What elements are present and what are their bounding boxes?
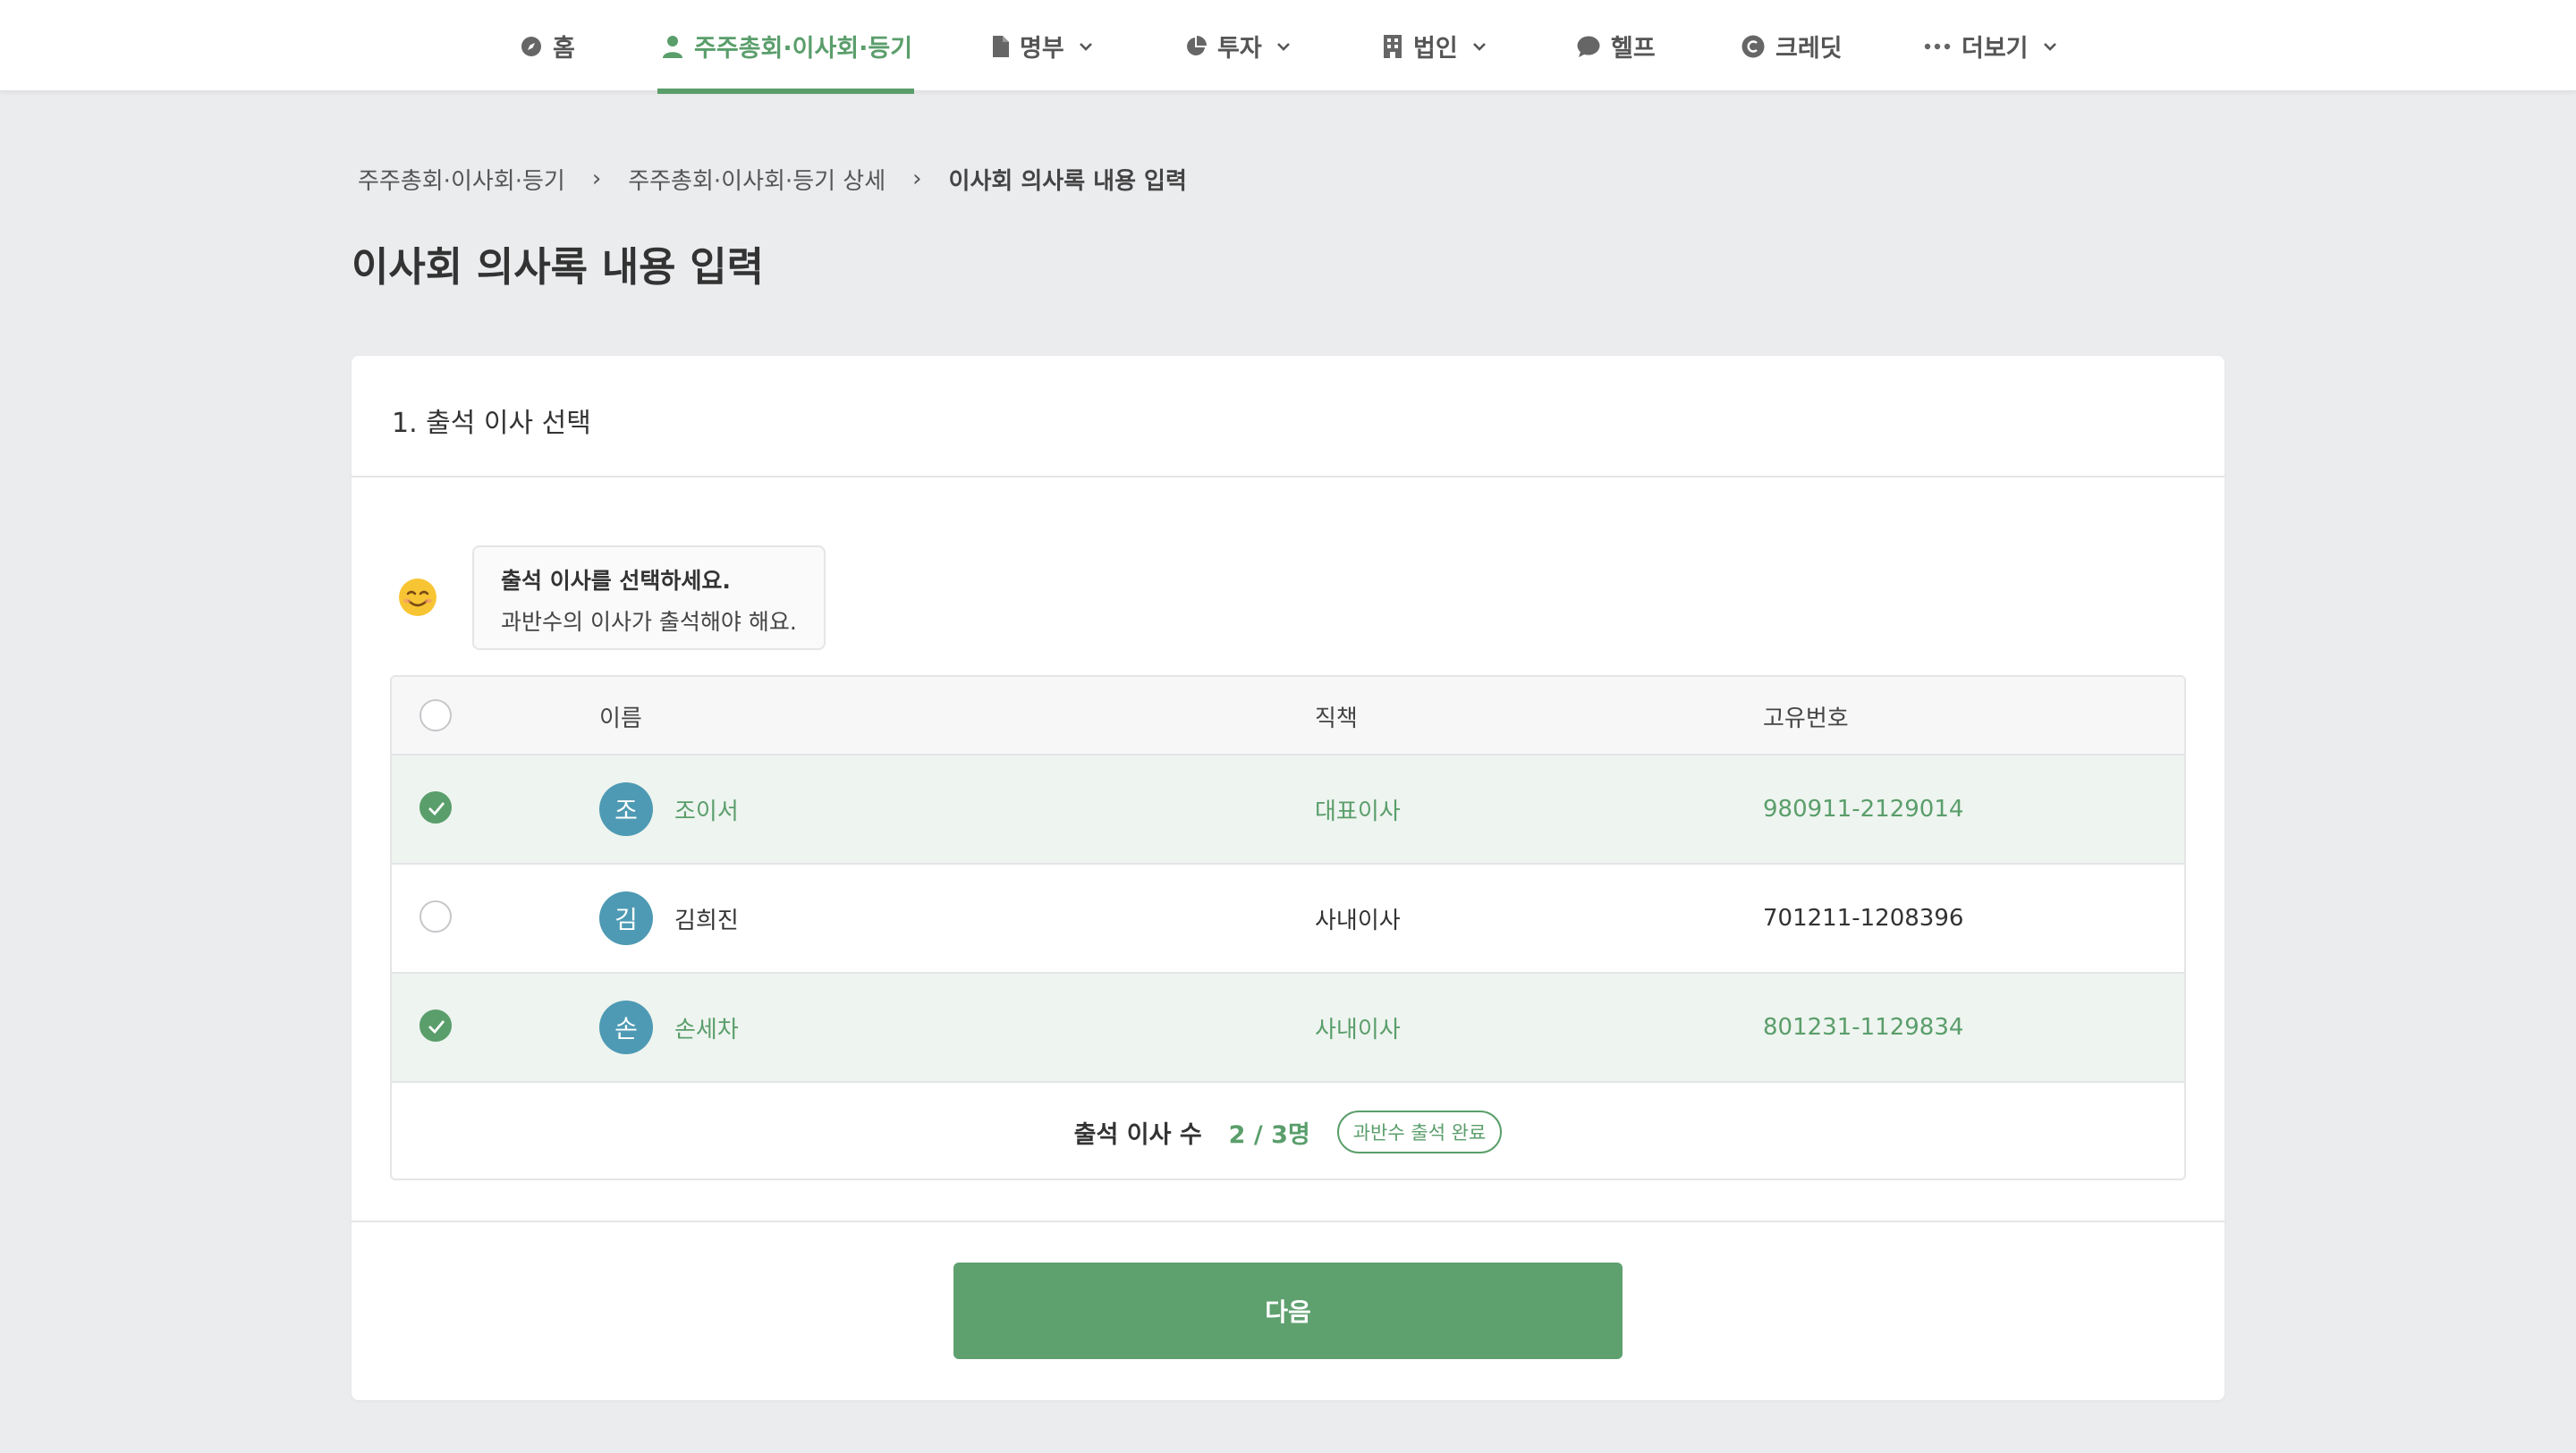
nav-more[interactable]: 더보기	[1924, 0, 2057, 92]
table-row[interactable]: 조 조이서 대표이사 980911-2129014	[392, 756, 2184, 865]
chevron-down-icon	[1276, 42, 1290, 51]
avatar: 김	[599, 891, 653, 945]
nav-help-label: 헬프	[1611, 35, 1656, 63]
breadcrumb: 주주총회·이사회·등기 › 주주총회·이사회·등기 상세 › 이사회 의사록 내…	[358, 163, 1187, 195]
chevron-down-icon	[2043, 42, 2056, 51]
section-title: 1. 출석 이사 선택	[392, 408, 591, 439]
building-icon	[1384, 34, 1402, 58]
document-icon	[993, 35, 1009, 57]
attendance-count-label: 출석 이사 수	[1073, 1120, 1202, 1149]
top-navigation: 홈 주주총회·이사회·등기 명부 투자 법인 헬프 크레딧 더보기	[0, 0, 2576, 94]
breadcrumb-current: 이사회 의사록 내용 입력	[948, 167, 1187, 195]
chevron-down-icon	[1079, 42, 1092, 51]
chevron-down-icon	[1472, 42, 1486, 51]
checkmark-icon	[428, 1020, 445, 1034]
nav-investment-label: 투자	[1217, 35, 1262, 63]
avatar: 손	[599, 1001, 653, 1054]
name-cell: 김 김희진	[599, 865, 739, 972]
nav-more-label: 더보기	[1962, 35, 2029, 63]
guide-bubble: 출석 이사를 선택하세요. 과반수의 이사가 출석해야 해요.	[472, 545, 826, 650]
row-checkbox[interactable]	[419, 900, 452, 933]
position-cell: 사내이사	[1315, 907, 1401, 934]
table-header: 이름 직책 고유번호	[392, 677, 2184, 756]
nav-credit-label: 크레딧	[1775, 35, 1843, 63]
nav-registry-label: 명부	[1020, 35, 1064, 63]
nav-meetings[interactable]: 주주총회·이사회·등기	[657, 0, 915, 94]
name-cell: 조 조이서	[599, 756, 739, 863]
divider	[352, 1221, 2224, 1222]
director-name: 조이서	[674, 798, 739, 825]
breadcrumb-item-meetings[interactable]: 주주총회·이사회·등기	[358, 163, 565, 196]
nav-meetings-label: 주주총회·이사회·등기	[694, 35, 913, 63]
breadcrumb-item-detail[interactable]: 주주총회·이사회·등기 상세	[628, 163, 886, 196]
nav-corporation[interactable]: 법인	[1383, 0, 1487, 92]
smiling-face-icon	[399, 579, 436, 616]
nav-investment[interactable]: 투자	[1185, 0, 1291, 92]
attendance-summary: 출석 이사 수 2 / 3명 과반수 출석 완료	[392, 1083, 2184, 1178]
avatar: 조	[599, 782, 653, 836]
director-name: 김희진	[674, 907, 739, 934]
column-header-name: 이름	[599, 705, 642, 732]
nav-credit[interactable]: 크레딧	[1741, 0, 1843, 92]
row-checkbox[interactable]	[419, 791, 452, 824]
nav-corporation-label: 법인	[1413, 35, 1458, 63]
pie-chart-icon	[1187, 35, 1207, 55]
nav-help[interactable]: 헬프	[1577, 0, 1656, 92]
name-cell: 손 손세차	[599, 974, 739, 1081]
directors-table: 이름 직책 고유번호 조 조이서 대표이사 980911-2129014 김 김…	[390, 675, 2186, 1180]
column-header-position: 직책	[1315, 705, 1358, 732]
id-number-cell: 801231-1129834	[1763, 1014, 1964, 1041]
divider	[352, 476, 2224, 477]
chat-bubble-icon	[1577, 36, 1600, 57]
column-header-id-number: 고유번호	[1763, 705, 1849, 732]
guide-title: 출석 이사를 선택하세요.	[501, 568, 731, 594]
id-number-cell: 701211-1208396	[1763, 905, 1964, 932]
next-button[interactable]: 다음	[953, 1263, 1623, 1359]
page-title: 이사회 의사록 내용 입력	[352, 243, 765, 291]
attendance-count-value: 2 / 3명	[1228, 1120, 1310, 1149]
row-checkbox[interactable]	[419, 1009, 452, 1042]
table-row[interactable]: 김 김희진 사내이사 701211-1208396	[392, 865, 2184, 974]
quorum-status-badge: 과반수 출석 완료	[1336, 1111, 1503, 1153]
attendance-card: 1. 출석 이사 선택 출석 이사를 선택하세요. 과반수의 이사가 출석해야 …	[352, 356, 2224, 1400]
position-cell: 대표이사	[1315, 798, 1401, 825]
guide-description: 과반수의 이사가 출석해야 해요.	[501, 609, 797, 635]
position-cell: 사내이사	[1315, 1016, 1401, 1043]
person-icon	[663, 35, 682, 58]
breadcrumb-separator: ›	[912, 165, 922, 192]
breadcrumb-separator: ›	[591, 165, 602, 192]
coin-icon	[1741, 35, 1765, 57]
compass-icon	[521, 36, 541, 56]
more-dots-icon	[1924, 43, 1951, 49]
director-name: 손세차	[674, 1016, 739, 1043]
nav-registry[interactable]: 명부	[991, 0, 1093, 92]
nav-home[interactable]: 홈	[521, 0, 575, 92]
id-number-cell: 980911-2129014	[1763, 796, 1964, 823]
table-row[interactable]: 손 손세차 사내이사 801231-1129834	[392, 974, 2184, 1083]
checkmark-icon	[428, 802, 445, 815]
select-all-checkbox[interactable]	[419, 699, 452, 731]
nav-home-label: 홈	[553, 35, 575, 63]
